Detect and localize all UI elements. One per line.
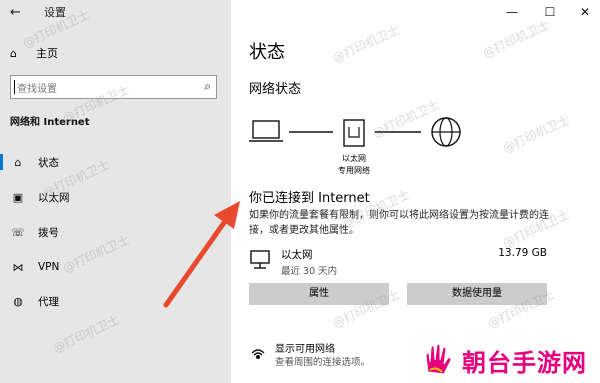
router-label-2: 专用网络 [338,165,370,175]
settings-window: ← 设置 ⌂ 主页 查找设置 ⌕ 网络和 Internet ⌂ 状态 ▣ 以太网… [0,0,600,383]
network-status-heading: 网络状态 [249,82,302,97]
connection-status-title: 你已连接到 Internet [249,191,370,206]
vpn-icon: ⋈ [12,260,24,274]
connection-name: 以太网 [281,249,313,261]
internet-globe-icon [431,117,461,147]
search-icon[interactable]: ⌕ [204,79,211,94]
hand-logo-icon [425,343,452,375]
brand-watermark: 朝台手游网 [420,338,598,382]
annotation-arrow-icon [163,201,240,308]
minimize-button[interactable]: — [505,5,519,19]
ethernet-connection-row: 以太网 最近 30 天内 13.79 GB [249,247,549,277]
dialup-icon: ☏ [11,225,25,239]
sidebar-item-label: 拨号 [38,226,59,239]
text-caret [14,80,15,94]
sidebar-item-label: 代理 [38,295,59,308]
router-icon [343,119,365,147]
home-status-icon: ⌂ [14,155,22,169]
search-placeholder: 查找设置 [17,84,57,95]
show-networks-title: 显示可用网络 [275,344,335,355]
connection-period: 最近 30 天内 [281,266,338,277]
globe-icon: ◍ [13,294,23,308]
router-label-1: 以太网 [342,153,366,163]
network-scan-icon [251,349,265,359]
show-networks-sub: 查看周围的连接选项。 [275,357,371,368]
home-label: 主页 [36,47,58,60]
sidebar-item-label: VPN [38,261,60,273]
brand-text: 朝台手游网 [462,348,587,377]
desktop-computer-icon [250,250,270,269]
show-available-networks[interactable]: 显示可用网络 查看周围的连接选项。 [249,340,449,370]
network-diagram: 以太网 专用网络 [249,117,461,175]
ethernet-icon: ▣ [12,190,24,204]
page-title: 状态 [249,42,285,63]
sidebar-item-label: 状态 [38,156,59,169]
close-button[interactable]: ✕ [578,5,592,19]
sidebar-item-status[interactable]: ⌂ 状态 [0,151,231,173]
laptop-icon [249,120,283,142]
home-icon: ⌂ [10,46,17,60]
back-arrow-icon[interactable]: ← [10,5,24,20]
